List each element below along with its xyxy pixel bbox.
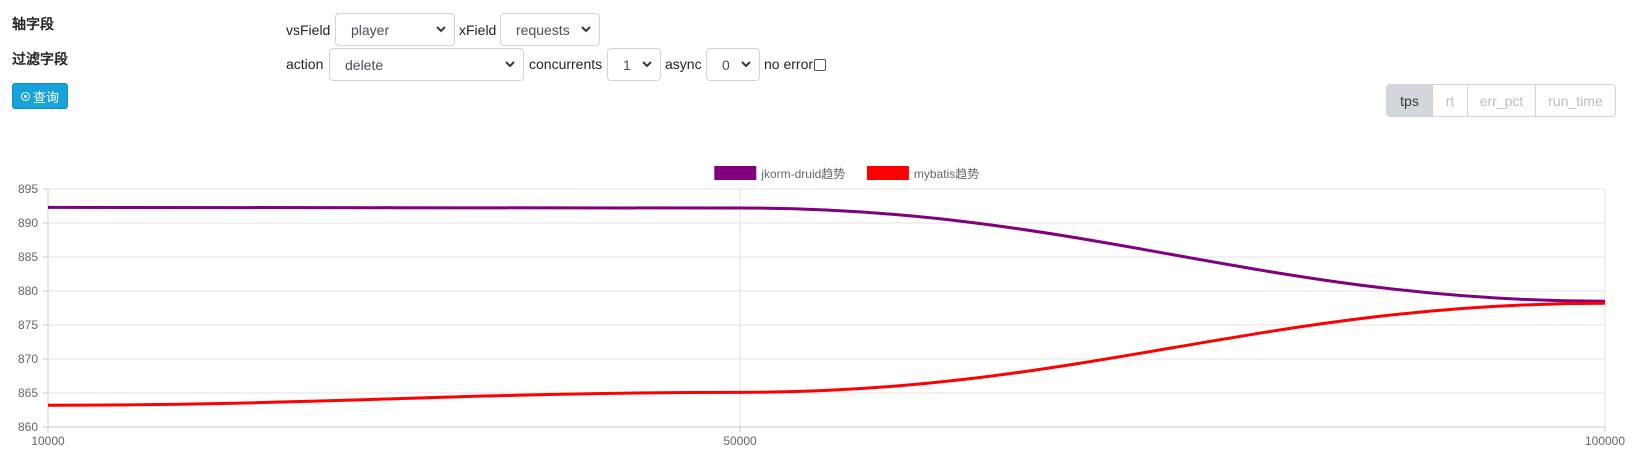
legend-label-0: jkorm-druid趋势	[760, 167, 845, 181]
x-tick-label: 50000	[723, 434, 757, 448]
series-line-1	[47, 301, 1606, 407]
y-tick-label: 890	[18, 216, 38, 230]
legend-label-1: mybatis趋势	[914, 167, 979, 181]
series-line-0	[47, 205, 1606, 303]
legend-swatch-0	[714, 166, 757, 180]
legend-swatch-1	[866, 166, 909, 180]
y-tick-label: 875	[18, 318, 38, 332]
y-tick-label: 880	[18, 284, 38, 298]
y-tick-label: 865	[18, 386, 38, 400]
x-tick-label: 10000	[31, 434, 65, 448]
y-tick-label: 885	[18, 250, 38, 264]
y-tick-label: 860	[18, 420, 38, 434]
y-tick-label: 870	[18, 352, 38, 366]
x-tick-label: 100000	[1585, 434, 1625, 448]
trend-chart: 860 865 870 875 880 885 890 895 10000 50000 100000…	[18, 166, 1625, 448]
y-tick-label: 895	[18, 182, 38, 196]
